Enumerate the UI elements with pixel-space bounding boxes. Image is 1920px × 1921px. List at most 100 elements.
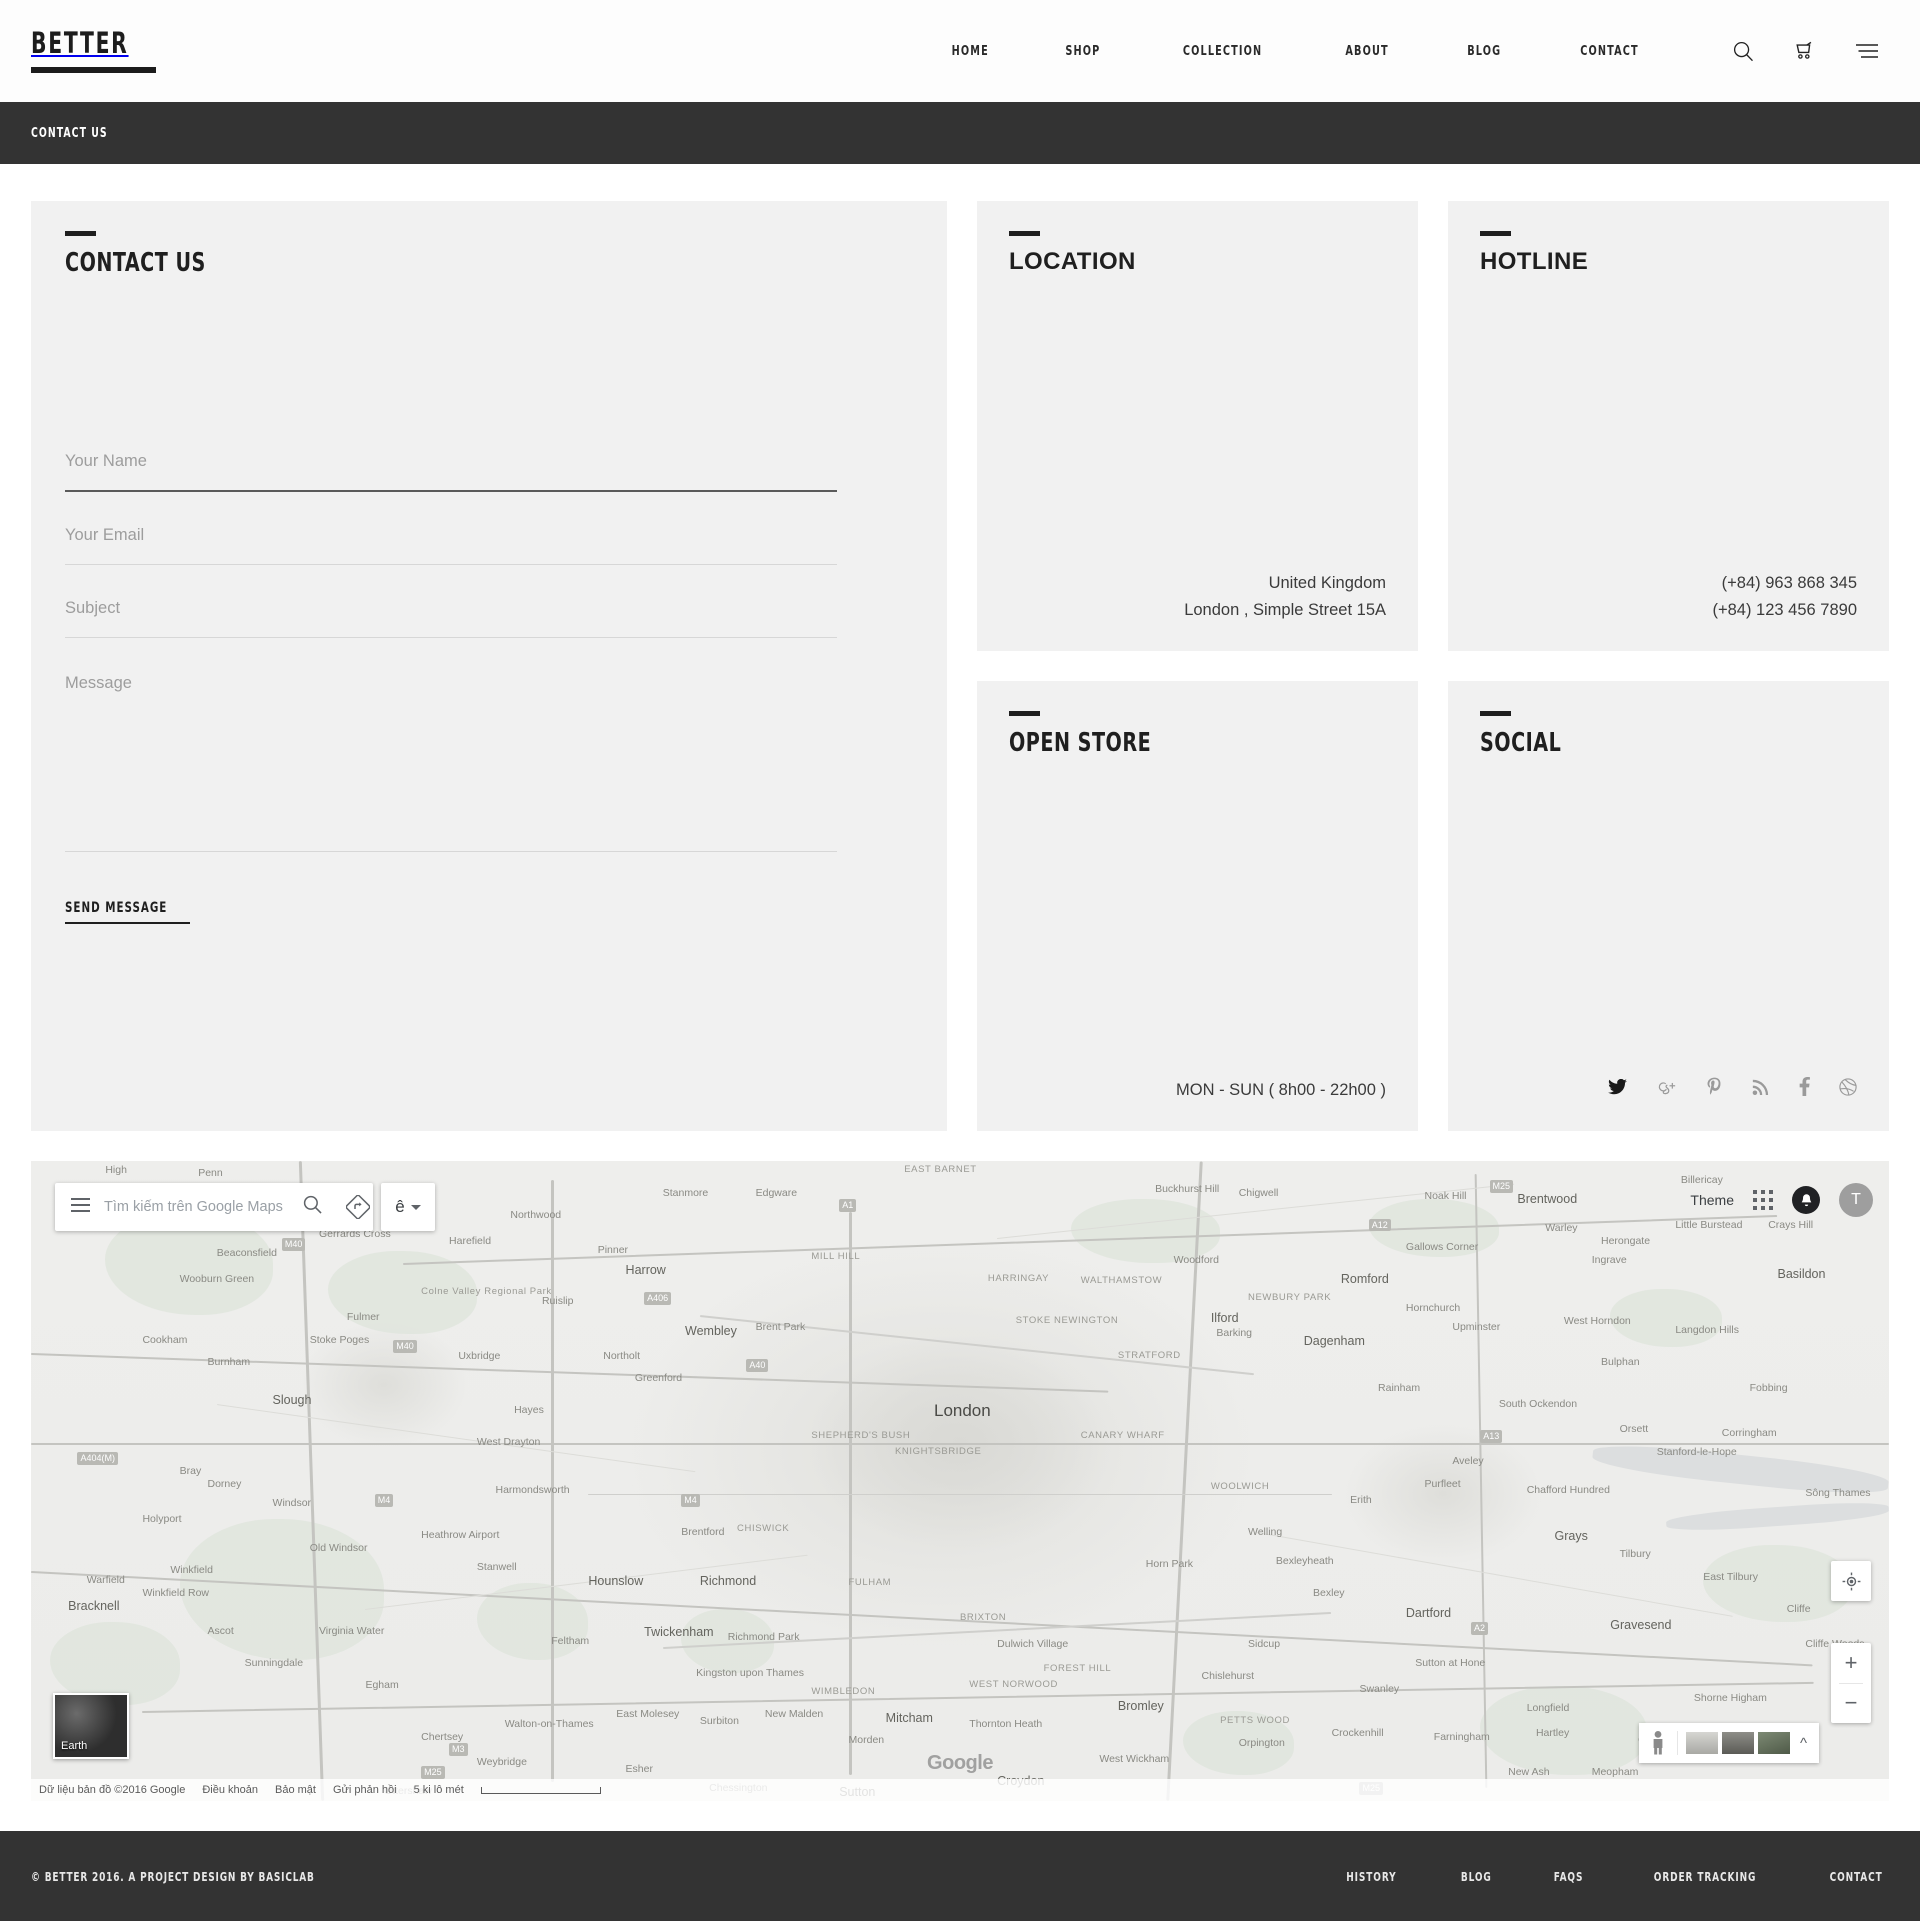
field-your-email — [65, 520, 913, 565]
send-message-button[interactable]: SEND MESSAGE — [65, 900, 190, 924]
map-terms-link[interactable]: Điều khoản — [202, 1784, 258, 1796]
map-road-badge: A1 — [839, 1199, 857, 1213]
map-road-badge: M40 — [281, 1237, 306, 1251]
title-accent-dash — [1009, 711, 1040, 716]
nav-item-about[interactable]: ABOUT — [1346, 33, 1389, 69]
message-textarea[interactable] — [65, 666, 837, 852]
pinterest-icon[interactable] — [1706, 1077, 1723, 1101]
map-road-badge: A12 — [1368, 1218, 1391, 1232]
page-title: CONTACT US — [31, 125, 108, 141]
map-road-badge: A2 — [1470, 1621, 1488, 1635]
nav-item-contact[interactable]: CONTACT — [1580, 33, 1638, 69]
map-ime-button[interactable]: ê — [381, 1183, 435, 1231]
map-canvas[interactable]: London Slough Harrow Wembley Romford Ilford Da… — [31, 1161, 1889, 1801]
subject-input[interactable] — [65, 593, 837, 638]
zoom-in-button[interactable]: + — [1831, 1643, 1871, 1683]
social-panel: SOCIAL — [1448, 681, 1889, 1131]
footer-link-contact[interactable]: CONTACT — [1829, 1869, 1882, 1884]
apps-grid-icon[interactable] — [1753, 1190, 1773, 1210]
send-message-label: SEND MESSAGE — [65, 900, 168, 916]
social-title: SOCIAL — [1480, 728, 1562, 758]
imagery-thumbnail-1[interactable] — [1685, 1732, 1718, 1754]
field-your-name — [65, 446, 913, 492]
contact-form-panel: CONTACT US SEND MESSAGE — [31, 201, 947, 1131]
map-road-badge: M25 — [1489, 1180, 1514, 1193]
nav-item-collection[interactable]: COLLECTION — [1183, 33, 1262, 69]
dribbble-icon[interactable] — [1839, 1077, 1857, 1101]
title-accent-dash — [1480, 711, 1511, 716]
map-scale-bar — [480, 1786, 601, 1794]
imagery-divider — [1676, 1731, 1678, 1755]
my-location-icon[interactable] — [1831, 1561, 1871, 1601]
contact-form-title: CONTACT US — [65, 248, 206, 278]
map-attribution-bar: Dữ liệu bản đồ ©2016 Google Điều khoản B… — [31, 1779, 1889, 1801]
map-road-badge: A40 — [746, 1359, 769, 1373]
chevron-up-icon[interactable]: ^ — [1794, 1735, 1813, 1752]
map-directions-icon[interactable] — [334, 1195, 382, 1219]
map-road-badge: M3 — [449, 1743, 468, 1757]
pegman-icon[interactable] — [1647, 1729, 1669, 1757]
location-body: United Kingdom London , Simple Street 15… — [1009, 570, 1386, 623]
search-icon[interactable] — [1720, 28, 1766, 74]
twitter-icon[interactable] — [1608, 1078, 1627, 1100]
map-imagery-bar: ^ — [1638, 1723, 1819, 1763]
footer-link-faqs[interactable]: FAQS — [1553, 1869, 1583, 1884]
chevron-down-icon — [410, 1204, 421, 1210]
map-scale-label: 5 ki lô mét — [413, 1784, 464, 1796]
title-accent-dash — [1480, 231, 1511, 236]
facebook-icon[interactable] — [1799, 1076, 1810, 1101]
open-store-hours: MON - SUN ( 8h00 - 22h00 ) — [1176, 1080, 1386, 1099]
map-earth-layer-button[interactable]: Earth — [53, 1693, 129, 1759]
contact-form: SEND MESSAGE — [65, 446, 913, 924]
hotline-panel: HOTLINE (+84) 963 868 345 (+84) 123 456 … — [1448, 201, 1889, 651]
hotline-body: (+84) 963 868 345 (+84) 123 456 7890 — [1480, 570, 1858, 623]
location-title: LOCATION — [1009, 248, 1136, 275]
rss-icon[interactable] — [1752, 1078, 1770, 1101]
your-email-input[interactable] — [65, 520, 837, 565]
map-menu-icon[interactable] — [55, 1197, 104, 1217]
footer-link-blog[interactable]: BLOG — [1461, 1869, 1492, 1884]
cart-icon[interactable] — [1782, 28, 1828, 74]
map-road-badge: A13 — [1480, 1429, 1503, 1443]
map-earth-label: Earth — [61, 1740, 88, 1752]
breadcrumb-bar: CONTACT US — [0, 102, 1920, 164]
footer-link-order-tracking[interactable]: ORDER TRACKING — [1653, 1869, 1755, 1884]
imagery-thumbnail-2[interactable] — [1721, 1732, 1754, 1754]
hotline-number-2: (+84) 123 456 7890 — [1712, 600, 1858, 619]
open-store-panel: OPEN STORE MON - SUN ( 8h00 - 22h00 ) — [977, 681, 1418, 1131]
your-name-input[interactable] — [65, 446, 837, 492]
map-search-bar[interactable] — [55, 1183, 373, 1231]
hotline-number-1: (+84) 963 868 345 — [1721, 574, 1857, 593]
map-road-badge: A404(M) — [77, 1452, 118, 1465]
google-map[interactable]: London Slough Harrow Wembley Romford Ilford Da… — [31, 1161, 1889, 1801]
map-privacy-link[interactable]: Bảo mật — [275, 1784, 316, 1796]
title-accent-dash — [1009, 231, 1040, 236]
location-address: London , Simple Street 15A — [1184, 600, 1386, 619]
location-panel: LOCATION United Kingdom London , Simple … — [977, 201, 1418, 651]
map-search-icon[interactable] — [291, 1195, 334, 1219]
map-search-input[interactable] — [104, 1199, 291, 1215]
map-road-badge: M40 — [393, 1340, 417, 1353]
map-road-badge: M25 — [421, 1765, 445, 1779]
map-zoom-controls[interactable]: + − — [1831, 1643, 1871, 1723]
menu-icon[interactable] — [1844, 28, 1890, 74]
zoom-out-button[interactable]: − — [1831, 1683, 1871, 1723]
nav-item-home[interactable]: HOME — [952, 33, 989, 69]
nav-item-shop[interactable]: SHOP — [1066, 33, 1101, 69]
main-navigation: HOME SHOP COLLECTION ABOUT BLOG CONTACT — [913, 33, 1680, 69]
site-header: BETTER HOME SHOP COLLECTION ABOUT BLOG C… — [0, 0, 1920, 102]
nav-item-blog[interactable]: BLOG — [1467, 33, 1501, 69]
map-feedback-link[interactable]: Gửi phản hồi — [333, 1784, 397, 1796]
imagery-thumbnail-3[interactable] — [1757, 1732, 1790, 1754]
user-avatar[interactable]: T — [1839, 1183, 1873, 1217]
map-theme-label[interactable]: Theme — [1690, 1192, 1734, 1208]
info-panel-grid: LOCATION United Kingdom London , Simple … — [977, 201, 1889, 1131]
social-links — [1480, 1076, 1857, 1103]
brand-logo[interactable]: BETTER — [31, 26, 157, 73]
google-plus-icon[interactable] — [1656, 1079, 1677, 1100]
footer-link-history[interactable]: HISTORY — [1347, 1869, 1397, 1884]
site-footer: © BETTER 2016. A PROJECT DESIGN BY BASIC… — [0, 1831, 1920, 1921]
brand-logo-text: BETTER — [31, 26, 129, 60]
notification-bell-icon[interactable] — [1792, 1186, 1820, 1214]
header-right: HOME SHOP COLLECTION ABOUT BLOG CONTACT — [913, 28, 1890, 74]
